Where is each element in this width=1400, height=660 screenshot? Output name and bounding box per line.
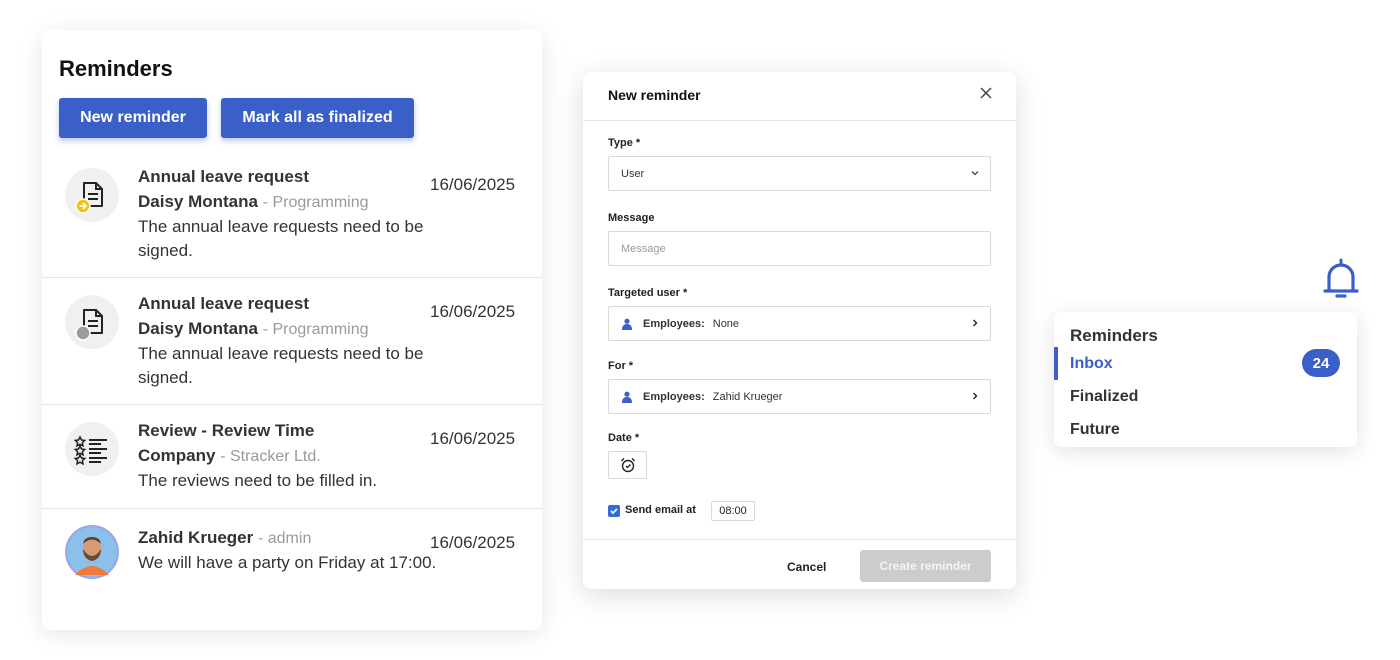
send-email-label: Send email at xyxy=(625,504,696,516)
item-date: 16/06/2025 xyxy=(430,429,516,448)
item-name: Zahid Krueger xyxy=(138,528,254,547)
item-date: 16/06/2025 xyxy=(430,533,516,552)
user-avatar xyxy=(65,525,119,579)
chevron-right-icon xyxy=(973,392,978,400)
message-label: Message xyxy=(608,212,655,224)
item-date: 16/06/2025 xyxy=(430,302,516,321)
targeted-user-label: Targeted user * xyxy=(608,287,688,299)
new-reminder-button[interactable]: New reminder xyxy=(59,98,207,138)
reminders-panel: Reminders New reminder Mark all as final… xyxy=(42,30,542,630)
date-picker-button[interactable] xyxy=(608,451,647,479)
document-grey-icon xyxy=(65,295,119,349)
menu-item-finalized[interactable]: Finalized xyxy=(1070,388,1138,406)
item-heading: Annual leave request xyxy=(138,167,310,186)
checkmark-icon xyxy=(610,508,618,515)
for-key: Employees: xyxy=(643,390,705,403)
chevron-down-icon xyxy=(971,171,979,176)
dialog-footer: Cancel Create reminder xyxy=(583,539,1016,589)
panel-title: Reminders xyxy=(59,56,173,81)
dialog-header: New reminder xyxy=(583,72,1016,121)
send-time-input[interactable]: 08:00 xyxy=(711,501,755,521)
for-value: Zahid Krueger xyxy=(712,390,783,403)
item-name: Daisy Montana xyxy=(138,192,258,211)
document-arrow-icon xyxy=(65,168,119,222)
for-label: For * xyxy=(608,360,634,372)
date-label: Date * xyxy=(608,432,640,444)
active-indicator xyxy=(1054,347,1058,380)
reminders-menu: Reminders Inbox 24 Finalized Future xyxy=(1054,312,1357,447)
star-checklist-icon xyxy=(65,422,119,476)
type-value: User xyxy=(621,167,645,180)
bell-icon[interactable] xyxy=(1322,257,1360,301)
menu-item-future[interactable]: Future xyxy=(1070,421,1120,439)
item-message: The annual leave requests need to be sig… xyxy=(138,217,424,260)
item-sub: - Programming xyxy=(262,321,369,338)
type-label: Type * xyxy=(608,137,641,149)
send-email-checkbox[interactable] xyxy=(608,505,620,517)
type-select[interactable]: User xyxy=(608,156,991,191)
create-reminder-button[interactable]: Create reminder xyxy=(860,550,991,582)
targeted-user-value: None xyxy=(712,317,740,330)
item-sub: - admin xyxy=(257,530,312,547)
item-name: Daisy Montana xyxy=(138,319,258,338)
close-icon[interactable] xyxy=(979,86,993,100)
list-item[interactable]: Annual leave request Daisy Montana - Pro… xyxy=(42,156,542,278)
person-icon xyxy=(622,318,632,330)
mark-all-finalized-button[interactable]: Mark all as finalized xyxy=(221,98,414,138)
reminder-list: Annual leave request Daisy Montana - Pro… xyxy=(42,156,542,619)
menu-title: Reminders xyxy=(1070,326,1158,345)
item-message: The annual leave requests need to be sig… xyxy=(138,344,424,387)
new-reminder-dialog: New reminder Type * User Message Message… xyxy=(583,72,1016,589)
chevron-right-icon xyxy=(973,319,978,327)
targeted-user-key: Employees: xyxy=(643,317,705,330)
for-field[interactable]: Employees: Zahid Krueger xyxy=(608,379,991,414)
list-item[interactable]: Review - Review Time Company - Stracker … xyxy=(42,405,542,509)
item-message: We will have a party on Friday at 17:00. xyxy=(138,553,437,572)
item-heading: Review - Review Time xyxy=(138,421,315,440)
alarm-clock-icon xyxy=(620,458,635,473)
list-item[interactable]: Annual leave request Daisy Montana - Pro… xyxy=(42,278,542,405)
person-icon xyxy=(622,391,632,403)
menu-item-inbox[interactable]: Inbox xyxy=(1070,355,1113,373)
list-item[interactable]: Zahid Krueger - admin We will have a par… xyxy=(42,509,542,619)
item-sub: - Programming xyxy=(262,194,369,211)
inbox-count-badge: 24 xyxy=(1302,349,1340,377)
item-name: Company xyxy=(138,446,216,465)
targeted-user-field[interactable]: Employees: None xyxy=(608,306,991,341)
dialog-title: New reminder xyxy=(608,87,701,103)
item-sub: - Stracker Ltd. xyxy=(220,448,321,465)
message-placeholder: Message xyxy=(621,242,666,255)
cancel-button[interactable]: Cancel xyxy=(787,560,826,574)
item-date: 16/06/2025 xyxy=(430,175,516,194)
message-input[interactable]: Message xyxy=(608,231,991,266)
item-heading: Annual leave request xyxy=(138,294,310,313)
item-message: The reviews need to be filled in. xyxy=(138,471,378,490)
